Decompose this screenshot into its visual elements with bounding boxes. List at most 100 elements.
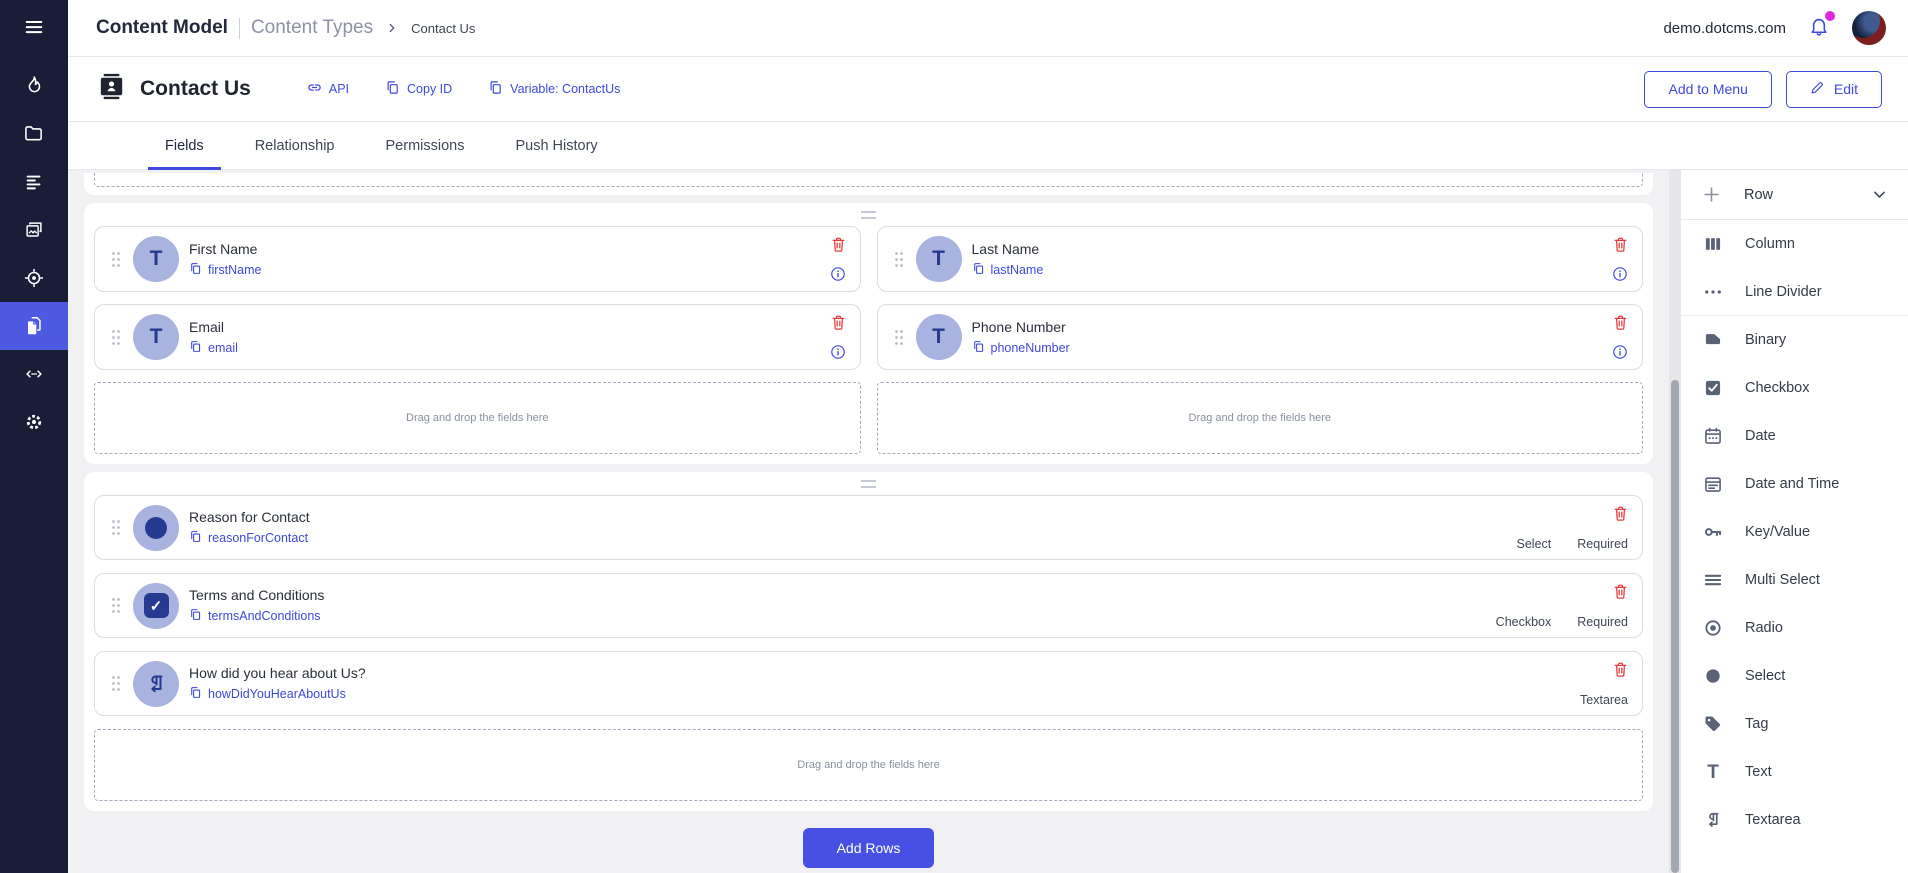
menu-toggle-button[interactable] xyxy=(0,0,68,54)
tab-push-history[interactable]: Push History xyxy=(498,122,614,169)
sidebar-item-media[interactable] xyxy=(0,206,68,254)
drag-handle-icon[interactable] xyxy=(105,675,127,692)
field-variable: reasonForContact xyxy=(208,531,308,545)
api-link[interactable]: API xyxy=(307,80,349,98)
copy-id-link[interactable]: Copy ID xyxy=(385,80,452,98)
field-type-date-and-time[interactable]: Date and Time xyxy=(1681,460,1908,508)
drag-handle-icon[interactable] xyxy=(105,251,127,268)
copy-icon xyxy=(189,530,202,546)
field-variable-link[interactable]: firstName xyxy=(189,262,830,278)
field-info-button[interactable] xyxy=(830,344,846,360)
field-type-key-value[interactable]: Key/Value xyxy=(1681,508,1908,556)
field-type-select[interactable]: Select xyxy=(1681,652,1908,700)
text-field-icon: T xyxy=(133,314,179,360)
textarea-icon xyxy=(1702,810,1724,830)
sidebar-item-content[interactable] xyxy=(0,158,68,206)
drag-handle-icon[interactable] xyxy=(888,251,910,268)
sidebar-item-experiments[interactable] xyxy=(0,254,68,302)
field-type-binary[interactable]: Binary xyxy=(1681,316,1908,364)
delete-field-button[interactable] xyxy=(1613,314,1628,331)
field-name: Terms and Conditions xyxy=(189,587,1496,603)
dropzone[interactable]: Drag and drop the fields here xyxy=(877,382,1644,454)
copy-icon xyxy=(189,262,202,278)
row-palette-header[interactable]: Row xyxy=(1681,170,1908,220)
delete-field-button[interactable] xyxy=(1613,661,1628,678)
sidebar-item-home[interactable] xyxy=(0,62,68,110)
drag-handle-icon[interactable] xyxy=(105,329,127,346)
field-info-button[interactable] xyxy=(1612,344,1628,360)
date-icon xyxy=(1702,426,1724,446)
edit-button[interactable]: Edit xyxy=(1786,71,1882,108)
sidebar-item-settings[interactable] xyxy=(0,398,68,446)
field-card-first-name[interactable]: T First Name firstName xyxy=(94,226,861,292)
field-type-checkbox[interactable]: Checkbox xyxy=(1681,364,1908,412)
site-selector[interactable]: demo.dotcms.com xyxy=(1663,20,1786,37)
chevron-down-icon[interactable] xyxy=(1871,186,1888,203)
field-name: How did you hear about Us? xyxy=(189,665,1580,681)
field-card-email[interactable]: T Email email xyxy=(94,304,861,370)
equals-handle-icon xyxy=(861,211,876,219)
delete-field-button[interactable] xyxy=(1613,236,1628,253)
delete-field-button[interactable] xyxy=(831,236,846,253)
field-type-label: Textarea xyxy=(1580,693,1628,707)
vertical-scrollbar[interactable] xyxy=(1669,170,1680,873)
field-card-phone-number[interactable]: T Phone Number phoneNumber xyxy=(877,304,1644,370)
sidebar-item-dev-tools[interactable] xyxy=(0,350,68,398)
field-type-line-divider[interactable]: Line Divider xyxy=(1681,268,1908,316)
scrollbar-thumb[interactable] xyxy=(1671,380,1679,873)
field-type-textarea[interactable]: Textarea xyxy=(1681,796,1908,844)
field-type-text[interactable]: T Text xyxy=(1681,748,1908,796)
user-avatar[interactable] xyxy=(1852,11,1886,45)
field-card-how-did-you-hear-about-us[interactable]: How did you hear about Us? howDidYouHear… xyxy=(94,651,1643,716)
title-links: API Copy ID Variable: ContactUs xyxy=(307,80,621,98)
breadcrumb-section[interactable]: Content Model xyxy=(96,17,228,39)
main-nav-sidebar xyxy=(0,0,68,873)
field-card-reason-for-contact[interactable]: Reason for Contact reasonForContact Sele… xyxy=(94,495,1643,560)
tab-permissions[interactable]: Permissions xyxy=(369,122,482,169)
plus-icon[interactable] xyxy=(1702,185,1721,204)
checkbox-icon xyxy=(1702,378,1724,398)
variable-link[interactable]: Variable: ContactUs xyxy=(488,80,620,98)
dropzone[interactable]: Drag and drop the fields here xyxy=(94,382,861,454)
breadcrumb-subsection[interactable]: Content Types xyxy=(251,17,373,39)
dropzone[interactable]: Drag and drop the fields here xyxy=(94,729,1643,801)
drag-handle-icon[interactable] xyxy=(888,329,910,346)
tab-fields[interactable]: Fields xyxy=(148,122,221,169)
field-variable-link[interactable]: lastName xyxy=(972,262,1613,278)
delete-field-button[interactable] xyxy=(1613,583,1628,600)
drag-handle-icon[interactable] xyxy=(105,597,127,614)
sidebar-item-content-model[interactable] xyxy=(0,302,68,350)
row-drag-handle[interactable] xyxy=(94,472,1643,495)
field-type-multi-select[interactable]: Multi Select xyxy=(1681,556,1908,604)
add-to-menu-button[interactable]: Add to Menu xyxy=(1644,71,1771,108)
breadcrumb-current: Contact Us xyxy=(411,21,475,36)
field-variable-link[interactable]: phoneNumber xyxy=(972,340,1613,356)
field-variable-link[interactable]: reasonForContact xyxy=(189,530,1517,546)
field-info-button[interactable] xyxy=(830,266,846,282)
sidebar-item-site-browser[interactable] xyxy=(0,110,68,158)
dropzone[interactable] xyxy=(94,173,1643,187)
delete-field-button[interactable] xyxy=(1613,505,1628,522)
field-type-date[interactable]: Date xyxy=(1681,412,1908,460)
field-variable-link[interactable]: howDidYouHearAboutUs xyxy=(189,686,1580,702)
field-variable-link[interactable]: email xyxy=(189,340,830,356)
notifications-button[interactable] xyxy=(1808,15,1830,42)
text-icon: T xyxy=(1702,763,1724,782)
drag-handle-icon[interactable] xyxy=(105,519,127,536)
field-card-terms-and-conditions[interactable]: ✓ Terms and Conditions termsAndCondition… xyxy=(94,573,1643,638)
field-info-button[interactable] xyxy=(1612,266,1628,282)
delete-field-button[interactable] xyxy=(831,314,846,331)
field-variable-link[interactable]: termsAndConditions xyxy=(189,608,1496,624)
row-drag-handle[interactable] xyxy=(94,203,1643,226)
flame-icon xyxy=(23,75,45,97)
field-card-last-name[interactable]: T Last Name lastName xyxy=(877,226,1644,292)
field-type-column[interactable]: Column xyxy=(1681,220,1908,268)
field-type-radio[interactable]: Radio xyxy=(1681,604,1908,652)
field-type-tag[interactable]: Tag xyxy=(1681,700,1908,748)
field-badges: Textarea xyxy=(1580,693,1628,707)
field-required-label: Required xyxy=(1577,615,1628,629)
dropzone-label: Drag and drop the fields here xyxy=(797,759,939,771)
breadcrumb-divider xyxy=(239,18,240,39)
tab-relationship[interactable]: Relationship xyxy=(238,122,352,169)
add-rows-button[interactable]: Add Rows xyxy=(803,828,935,868)
